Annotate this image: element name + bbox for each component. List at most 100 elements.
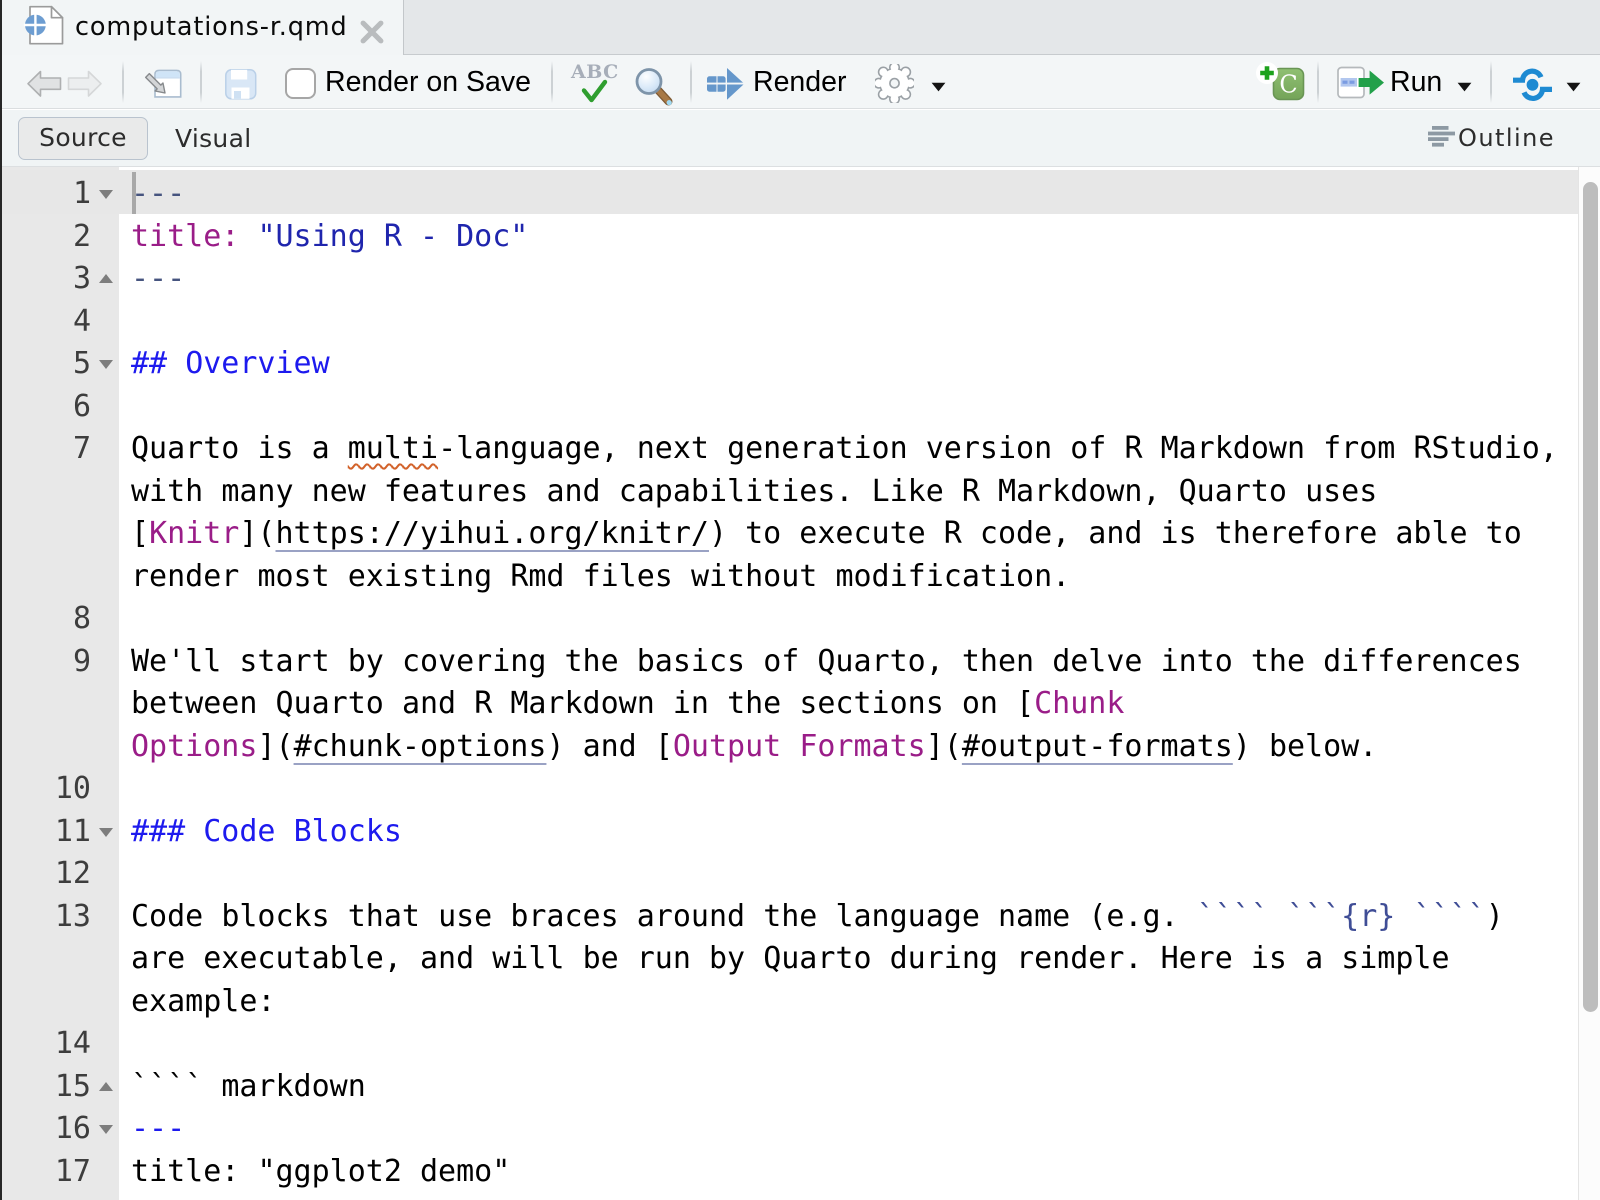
gear-icon[interactable] (875, 64, 914, 103)
line-number[interactable]: 11 (0, 811, 91, 854)
line-number[interactable]: 12 (0, 853, 91, 896)
word-group: execute (799, 516, 925, 551)
fold-up-icon[interactable] (99, 274, 113, 283)
code-segment-plain: to (1486, 516, 1522, 551)
code-segment-plain: R (944, 516, 962, 551)
word-group: and (1088, 516, 1142, 551)
run-dropdown-icon[interactable] (1457, 82, 1472, 92)
line-number[interactable]: 1 (0, 173, 91, 216)
code-segment-plain: with (131, 474, 203, 509)
word-group: in (673, 686, 709, 721)
editor-line-6[interactable]: 6 (0, 386, 1578, 429)
vertical-scrollbar[interactable] (1578, 167, 1600, 1200)
editor-line-8[interactable]: 8 (0, 598, 1578, 641)
fold-up-icon[interactable] (99, 1082, 113, 1091)
line-number[interactable]: 15 (0, 1066, 91, 1109)
word-group: render. (1016, 941, 1142, 976)
tab-close-icon[interactable] (360, 20, 384, 44)
editor-line-13[interactable]: 13Code blocks that use braces around the… (0, 896, 1578, 1024)
editor-line-1[interactable]: 1--- (0, 173, 1578, 216)
fold-down-icon[interactable] (99, 828, 113, 837)
editor-line-10[interactable]: 10 (0, 768, 1578, 811)
line-number[interactable]: 13 (0, 896, 91, 939)
visual-mode-button[interactable]: Visual (175, 110, 251, 167)
code-segment-plain: without (691, 559, 817, 594)
line-number[interactable]: 6 (0, 386, 91, 429)
insert-chunk-icon[interactable]: C (1254, 61, 1306, 107)
word-group: title: (131, 1154, 239, 1189)
line-number[interactable]: 14 (0, 1023, 91, 1066)
word-group: ````) (1413, 899, 1503, 934)
run-icon[interactable] (1336, 66, 1386, 100)
code-segment-plain: capabilities. (619, 474, 854, 509)
editor-line-3[interactable]: 3 --- (0, 258, 1578, 301)
code-segment-plain: render (131, 559, 239, 594)
spellcheck-icon[interactable]: ABC (569, 62, 619, 106)
editor-toolbar: Render on Save ABC (0, 55, 1600, 109)
line-number[interactable]: 5 (0, 343, 91, 386)
line-number[interactable]: 10 (0, 768, 91, 811)
popout-icon[interactable] (142, 58, 184, 98)
search-icon[interactable] (630, 64, 676, 110)
word-group: R (944, 516, 962, 551)
line-number[interactable]: 4 (0, 301, 91, 344)
code-segment-plain: name (998, 899, 1070, 934)
file-tab[interactable]: computations-r.qmd (0, 0, 404, 55)
code-segment-plain: We'll (131, 644, 221, 679)
editor-line-2[interactable]: 2title: "Using R - Doc" (0, 216, 1578, 259)
fold-down-icon[interactable] (99, 190, 113, 199)
word-group: ### (131, 814, 185, 849)
word-group: and (420, 941, 474, 976)
word-group: to (1486, 516, 1522, 551)
line-number[interactable]: 3 (0, 258, 91, 301)
editor-line-5[interactable]: 5## Overview (0, 343, 1578, 386)
forward-icon[interactable] (67, 68, 103, 100)
editor-line-9[interactable]: 9We'll start by covering the basics of Q… (0, 641, 1578, 769)
render-label[interactable]: Render (753, 55, 846, 110)
scrollbar-thumb[interactable] (1583, 182, 1598, 1012)
word-group: --- (131, 261, 185, 296)
editor-line-15[interactable]: 15```` markdown (0, 1066, 1578, 1109)
pane-left-edge (0, 0, 2, 1200)
word-group: with (131, 474, 203, 509)
outline-label: Outline (1458, 110, 1555, 167)
editor-line-17[interactable]: 17title: "ggplot2 demo" (0, 1151, 1578, 1194)
save-icon[interactable] (225, 69, 257, 100)
render-options-dropdown-icon[interactable] (931, 82, 946, 92)
editor-line-14[interactable]: 14 (0, 1023, 1578, 1066)
code-segment-plain: demo" (420, 1154, 510, 1189)
word-group: existing (348, 559, 493, 594)
code-segment-plain: ) (1486, 899, 1504, 934)
editor-line-4[interactable]: 4 (0, 301, 1578, 344)
editor-line-16[interactable]: 16--- (0, 1108, 1578, 1151)
render-on-save-label[interactable]: Render on Save (325, 55, 531, 110)
editor-line-7[interactable]: 7Quarto is a multi-language, next genera… (0, 428, 1578, 598)
code-segment-plain: is (1161, 516, 1197, 551)
fold-column (91, 1066, 131, 1109)
toolbar-separator (690, 61, 692, 103)
line-number[interactable]: 9 (0, 641, 91, 684)
line-number[interactable]: 7 (0, 428, 91, 471)
line-number[interactable]: 2 (0, 216, 91, 259)
fold-column (91, 896, 131, 939)
fold-column (91, 811, 131, 854)
editor-line-12[interactable]: 12 (0, 853, 1578, 896)
word-group: below. (1269, 729, 1377, 764)
rerun-dropdown-icon[interactable] (1566, 82, 1581, 92)
render-icon[interactable] (705, 66, 747, 104)
code-segment-code: ```{r} (1287, 899, 1395, 934)
back-icon[interactable] (26, 68, 62, 100)
run-label[interactable]: Run (1390, 55, 1442, 110)
line-number[interactable]: 17 (0, 1151, 91, 1194)
fold-down-icon[interactable] (99, 1125, 113, 1134)
fold-down-icon[interactable] (99, 360, 113, 369)
line-number[interactable]: 16 (0, 1108, 91, 1151)
rerun-icon[interactable] (1510, 68, 1555, 102)
code-editor[interactable]: 1---2title: "Using R - Doc"3 --- 45## Over… (0, 167, 1600, 1200)
word-group: example: (131, 984, 276, 1019)
source-mode-button[interactable]: Source (18, 117, 148, 160)
word-group: name (998, 899, 1070, 934)
editor-line-11[interactable]: 11### Code Blocks (0, 811, 1578, 854)
line-number[interactable]: 8 (0, 598, 91, 641)
render-on-save-checkbox[interactable] (285, 68, 316, 99)
